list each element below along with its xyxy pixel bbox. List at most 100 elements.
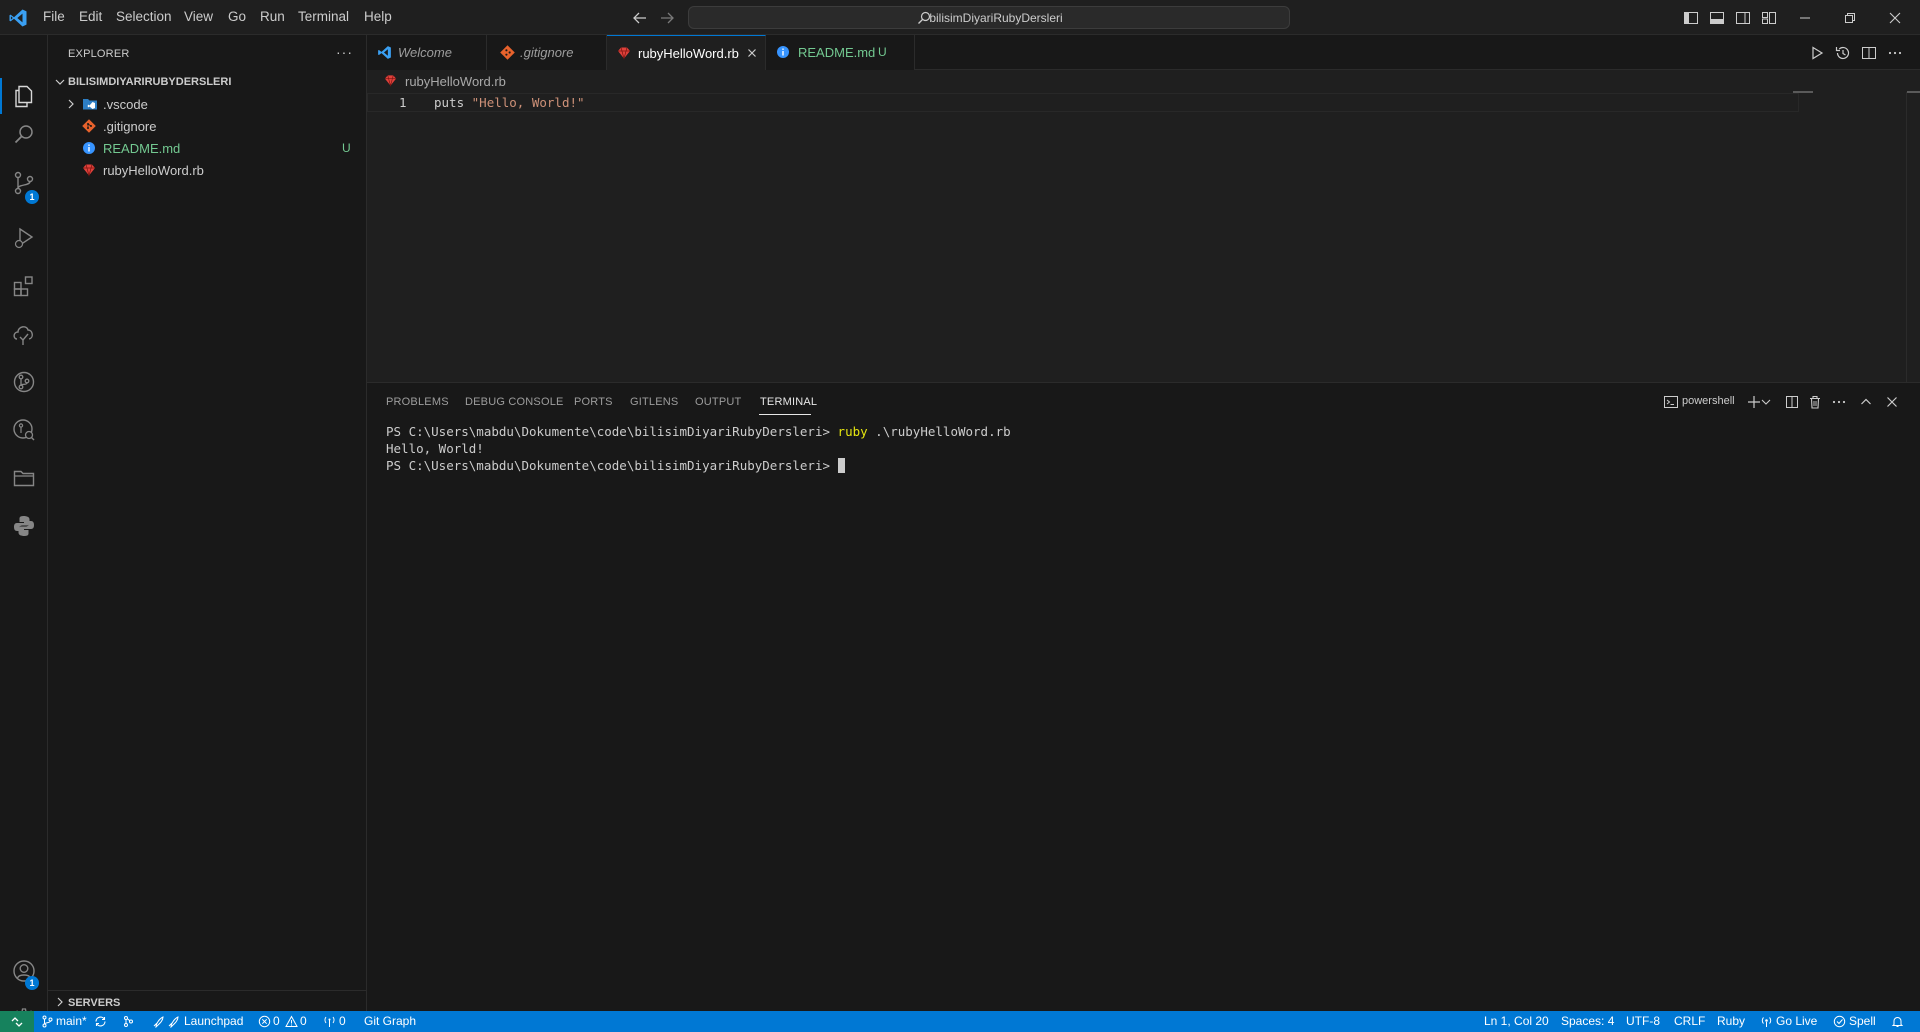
tree-item-gitignore[interactable]: .gitignore [48, 115, 367, 137]
toggle-primary-sidebar-icon[interactable] [1682, 9, 1700, 27]
tab-readme[interactable]: README.md U [766, 35, 915, 70]
chevron-right-icon [68, 99, 74, 109]
notifications-bell-icon[interactable] [1891, 1015, 1904, 1028]
menu-file[interactable]: File [43, 9, 65, 24]
vscode-logo-icon[interactable] [8, 8, 28, 28]
tab-welcome[interactable]: Welcome [367, 35, 487, 70]
run-debug-icon[interactable] [11, 225, 37, 251]
code-string: "Hello, World!" [471, 95, 585, 110]
workspace-folder-header[interactable]: BILISIMDIYARIRUBYDERSLERI [48, 71, 367, 93]
ports-antenna-icon [324, 1016, 335, 1027]
timeline-history-icon[interactable] [1834, 44, 1852, 62]
close-tab-icon[interactable] [745, 46, 759, 60]
tab-label: README.md [798, 45, 876, 60]
bottom-panel: PROBLEMS DEBUG CONSOLE PORTS GITLENS OUT… [367, 382, 1920, 1011]
customize-layout-icon[interactable] [1760, 9, 1778, 27]
trash-icon[interactable] [1806, 393, 1824, 411]
tree-item-label: README.md [103, 141, 181, 156]
warning-count[interactable]: 0 [300, 1014, 307, 1028]
cursor-position[interactable]: Ln 1, Col 20 [1484, 1014, 1549, 1028]
indentation[interactable]: Spaces: 4 [1561, 1014, 1614, 1028]
panel-tab-output[interactable]: OUTPUT [695, 396, 741, 408]
close-window-icon[interactable] [1885, 8, 1905, 28]
terminal-line: PS C:\Users\mabdu\Dokumente\code\bilisim… [386, 423, 1886, 440]
editor-scrollbar[interactable] [1906, 92, 1907, 382]
servers-section-header[interactable]: SERVERS [48, 990, 367, 1012]
chevron-down-icon[interactable] [1759, 393, 1773, 411]
code-line-1[interactable]: puts "Hello, World!" [434, 95, 585, 110]
restore-icon[interactable] [1840, 8, 1860, 28]
search-icon[interactable] [11, 122, 37, 148]
menu-edit[interactable]: Edit [79, 9, 102, 24]
panel-tab-terminal[interactable]: TERMINAL [760, 396, 817, 408]
explorer-files-icon[interactable] [11, 83, 37, 109]
menu-help[interactable]: Help [364, 9, 392, 24]
tab-label: rubyHelloWord.rb [638, 46, 739, 61]
git-graph[interactable]: Git Graph [364, 1014, 416, 1028]
line-number: 1 [399, 95, 407, 110]
info-icon [777, 46, 789, 58]
spell-check[interactable]: Spell [1849, 1014, 1876, 1028]
error-count[interactable]: 0 [273, 1014, 280, 1028]
tab-gitignore[interactable]: .gitignore [487, 35, 607, 70]
close-panel-icon[interactable] [1883, 393, 1901, 411]
code-keyword: puts [434, 95, 465, 110]
encoding[interactable]: UTF-8 [1626, 1014, 1660, 1028]
panel-tab-ports[interactable]: PORTS [574, 396, 613, 408]
folder-vscode-icon [83, 99, 97, 110]
ruby-icon [618, 47, 630, 60]
testing-icon[interactable] [11, 321, 37, 347]
more-actions-icon[interactable] [1886, 44, 1904, 62]
maximize-panel-chevron-up-icon[interactable] [1857, 393, 1875, 411]
toggle-panel-icon[interactable] [1708, 9, 1726, 27]
minimap[interactable] [1793, 91, 1813, 93]
chevron-right-icon [57, 997, 63, 1007]
menu-terminal[interactable]: Terminal [298, 9, 349, 24]
tab-label: .gitignore [520, 45, 574, 60]
gitlens-icon[interactable] [11, 369, 37, 395]
sync-icon[interactable] [94, 1015, 107, 1028]
tab-ruby-file[interactable]: rubyHelloWord.rb [607, 35, 766, 70]
menu-go[interactable]: Go [228, 9, 246, 24]
terminal-shell-name[interactable]: powershell [1682, 395, 1735, 407]
forward-arrow-icon[interactable] [658, 9, 676, 27]
command-center[interactable]: bilisimDiyariRubyDersleri [688, 6, 1290, 29]
menu-view[interactable]: View [184, 9, 213, 24]
panel-tab-debug-console[interactable]: DEBUG CONSOLE [465, 396, 564, 408]
gitlens-status-icon[interactable] [122, 1015, 135, 1028]
minimize-icon[interactable] [1795, 8, 1815, 28]
explorer-title: EXPLORER [68, 48, 130, 60]
panel-tab-gitlens[interactable]: GITLENS [630, 396, 678, 408]
code-editor[interactable]: 1 puts "Hello, World!" [367, 91, 1920, 382]
back-arrow-icon[interactable] [631, 9, 649, 27]
go-live[interactable]: Go Live [1776, 1014, 1817, 1028]
split-editor-icon[interactable] [1860, 44, 1878, 62]
ports-count[interactable]: 0 [339, 1014, 346, 1028]
panel-tab-problems[interactable]: PROBLEMS [386, 396, 449, 408]
end-of-line[interactable]: CRLF [1674, 1014, 1705, 1028]
gitlens-inspect-icon[interactable] [11, 417, 37, 443]
menu-selection[interactable]: Selection [116, 9, 172, 24]
terminal-command-arg: .\rubyHelloWord.rb [867, 424, 1011, 439]
more-actions-icon[interactable] [1830, 393, 1848, 411]
python-icon[interactable] [11, 513, 37, 539]
remote-indicator[interactable] [0, 1011, 34, 1032]
breadcrumb-file[interactable]: rubyHelloWord.rb [405, 74, 506, 89]
launchpad[interactable]: Launchpad [184, 1014, 243, 1028]
terminal-output[interactable]: PS C:\Users\mabdu\Dokumente\code\bilisim… [386, 423, 1886, 474]
command-center-label: bilisimDiyariRubyDersleri [929, 11, 1063, 25]
menu-run[interactable]: Run [260, 9, 285, 24]
tree-item-readme[interactable]: README.md U [48, 137, 367, 159]
tree-item-ruby-file[interactable]: rubyHelloWord.rb [48, 159, 367, 181]
run-file-icon[interactable] [1808, 44, 1826, 62]
toggle-secondary-sidebar-icon[interactable] [1734, 9, 1752, 27]
more-actions-icon[interactable]: ··· [336, 44, 356, 62]
tree-item-vscode[interactable]: .vscode [48, 93, 367, 115]
git-branch[interactable]: main* [56, 1014, 87, 1028]
remote-icon [11, 1017, 23, 1027]
remote-explorer-folder-icon[interactable] [11, 465, 37, 491]
terminal-line: PS C:\Users\mabdu\Dokumente\code\bilisim… [386, 457, 1886, 474]
language-mode[interactable]: Ruby [1717, 1014, 1745, 1028]
extensions-icon[interactable] [11, 273, 37, 299]
split-terminal-icon[interactable] [1783, 393, 1801, 411]
